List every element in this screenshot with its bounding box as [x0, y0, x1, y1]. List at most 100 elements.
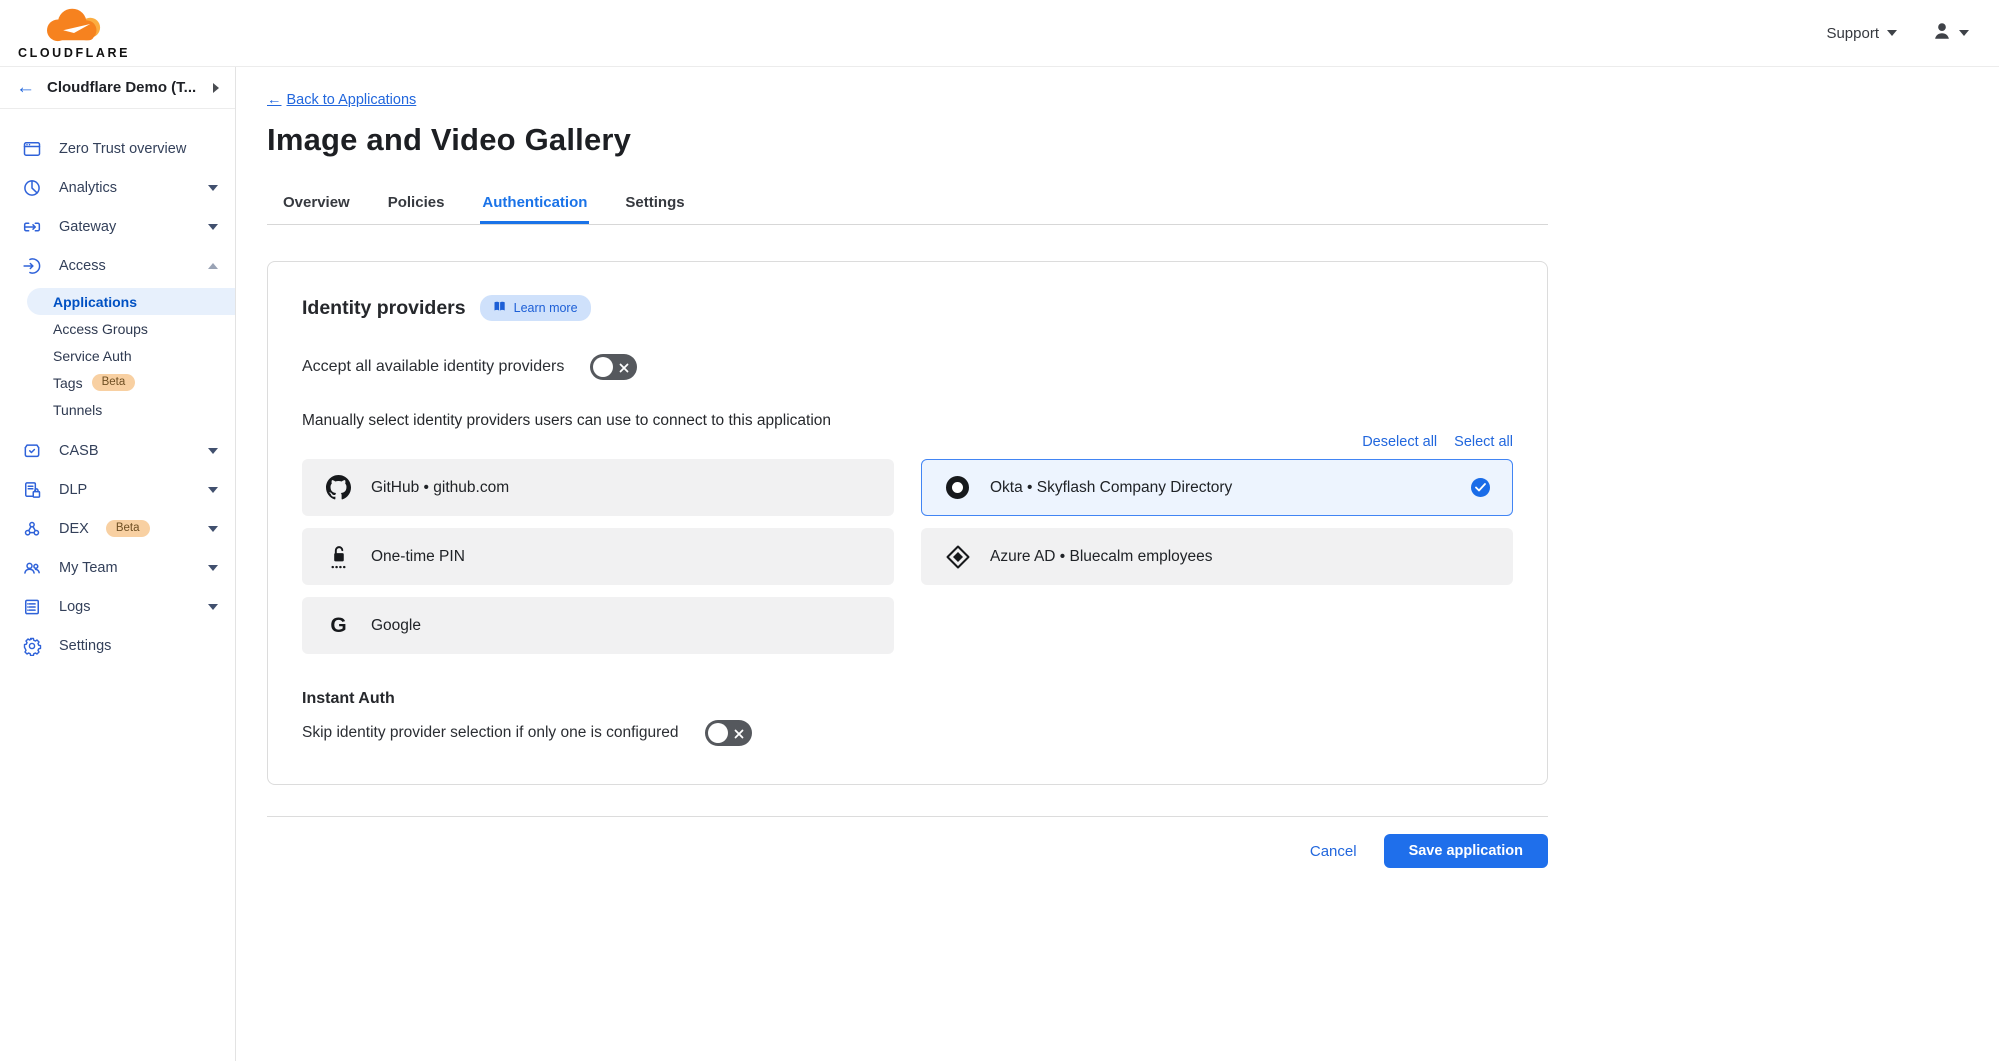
user-icon — [1931, 20, 1953, 47]
cloudflare-cloud-icon — [35, 6, 113, 46]
okta-icon — [944, 476, 971, 499]
sidebar-item-label: Analytics — [59, 180, 117, 196]
provider-azure-ad[interactable]: Azure AD • Bluecalm employees — [921, 528, 1513, 585]
identity-providers-card: Identity providers Learn more Accept all… — [267, 261, 1548, 785]
account-switcher: ← Cloudflare Demo (T... — [0, 67, 235, 109]
sidebar-item-analytics[interactable]: Analytics — [0, 168, 235, 207]
sidebar-item-gateway[interactable]: Gateway — [0, 207, 235, 246]
people-icon — [21, 557, 42, 578]
sidebar-item-logs[interactable]: Logs — [0, 587, 235, 626]
sub-item-label: Access Groups — [53, 321, 148, 337]
deselect-all-link[interactable]: Deselect all — [1362, 434, 1437, 450]
sub-item-label: Applications — [53, 294, 137, 310]
provider-okta[interactable]: Okta • Skyflash Company Directory — [921, 459, 1513, 516]
browser-window-icon — [21, 138, 42, 159]
gateway-icon — [21, 216, 42, 237]
selected-check-icon — [1471, 478, 1490, 497]
back-arrow-icon[interactable]: ← — [16, 78, 35, 97]
chevron-down-icon[interactable] — [208, 185, 218, 191]
sidebar-item-tunnels[interactable]: Tunnels — [0, 396, 235, 423]
support-menu[interactable]: Support — [1826, 25, 1897, 42]
cloudflare-wordmark: CLOUDFLARE — [18, 47, 130, 60]
beta-badge: Beta — [106, 520, 150, 538]
sidebar-item-tags[interactable]: Tags Beta — [0, 369, 235, 396]
sidebar-item-applications[interactable]: Applications — [27, 288, 235, 315]
sidebar-item-label: Zero Trust overview — [59, 141, 186, 157]
provider-grid: GitHub • github.com Okta • Skyflash Comp… — [302, 459, 1513, 654]
tab-bar: Overview Policies Authentication Setting… — [267, 184, 1548, 225]
back-link-label: Back to Applications — [287, 92, 417, 108]
sub-item-label: Tags — [53, 375, 83, 391]
box-check-icon — [21, 440, 42, 461]
github-icon — [325, 475, 352, 500]
book-icon — [493, 300, 507, 316]
chevron-down-icon[interactable] — [208, 448, 218, 454]
provider-github[interactable]: GitHub • github.com — [302, 459, 894, 516]
main-content: ← Back to Applications Image and Video G… — [236, 67, 1999, 1061]
sidebar-item-label: DEX — [59, 521, 89, 537]
cloudflare-logo[interactable]: CLOUDFLARE — [18, 6, 130, 60]
sub-item-label: Service Auth — [53, 348, 132, 364]
azure-ad-icon — [944, 545, 971, 569]
sidebar-item-label: Access — [59, 258, 106, 274]
back-to-applications-link[interactable]: ← Back to Applications — [267, 92, 416, 108]
provider-name: One-time PIN — [371, 548, 465, 566]
user-menu[interactable] — [1931, 20, 1969, 47]
provider-name: Azure AD • Bluecalm employees — [990, 548, 1213, 566]
one-time-pin-icon — [325, 544, 352, 570]
x-icon — [618, 361, 630, 379]
chevron-down-icon[interactable] — [208, 604, 218, 610]
footer-divider — [267, 816, 1548, 817]
support-label: Support — [1826, 25, 1879, 42]
access-login-icon — [21, 255, 42, 276]
chevron-down-icon[interactable] — [208, 224, 218, 230]
sidebar-item-my-team[interactable]: My Team — [0, 548, 235, 587]
toggle-knob — [593, 357, 613, 377]
manual-select-text: Manually select identity providers users… — [302, 412, 1513, 430]
tab-authentication[interactable]: Authentication — [480, 184, 589, 224]
sidebar-item-dlp[interactable]: DLP — [0, 470, 235, 509]
sidebar-nav: Zero Trust overview Analytics Gateway — [0, 109, 235, 665]
network-cluster-icon — [21, 518, 42, 539]
access-sub-list: Applications Access Groups Service Auth … — [0, 285, 235, 431]
learn-more-label: Learn more — [514, 301, 578, 315]
chevron-down-icon[interactable] — [208, 487, 218, 493]
page-title: Image and Video Gallery — [267, 122, 1548, 158]
learn-more-badge[interactable]: Learn more — [480, 295, 591, 321]
chevron-down-icon — [1887, 30, 1897, 36]
tab-overview[interactable]: Overview — [281, 184, 352, 224]
account-name: Cloudflare Demo (T... — [47, 79, 201, 96]
card-heading: Identity providers — [302, 297, 466, 320]
provider-google[interactable]: G Google — [302, 597, 894, 654]
accept-all-toggle[interactable] — [590, 354, 637, 380]
sidebar-item-access-groups[interactable]: Access Groups — [0, 315, 235, 342]
cancel-button[interactable]: Cancel — [1310, 843, 1357, 860]
provider-name: Google — [371, 617, 421, 635]
tab-policies[interactable]: Policies — [386, 184, 447, 224]
sidebar-item-dex[interactable]: DEX Beta — [0, 509, 235, 548]
sidebar-item-casb[interactable]: CASB — [0, 431, 235, 470]
sidebar-item-settings[interactable]: Settings — [0, 626, 235, 665]
sidebar-item-zero-trust-overview[interactable]: Zero Trust overview — [0, 129, 235, 168]
instant-auth-toggle[interactable] — [705, 720, 752, 746]
chevron-up-icon[interactable] — [208, 263, 218, 269]
provider-name: Okta • Skyflash Company Directory — [990, 479, 1232, 497]
chevron-down-icon[interactable] — [208, 526, 218, 532]
topbar: CLOUDFLARE Support — [0, 0, 1999, 67]
chevron-down-icon — [1959, 30, 1969, 36]
chevron-right-icon[interactable] — [213, 83, 219, 93]
provider-name: GitHub • github.com — [371, 479, 509, 497]
select-all-link[interactable]: Select all — [1454, 434, 1513, 450]
provider-one-time-pin[interactable]: One-time PIN — [302, 528, 894, 585]
sidebar-item-service-auth[interactable]: Service Auth — [0, 342, 235, 369]
chevron-down-icon[interactable] — [208, 565, 218, 571]
beta-badge: Beta — [92, 374, 136, 392]
save-application-button[interactable]: Save application — [1384, 834, 1548, 868]
sidebar: ← Cloudflare Demo (T... Zero Trust overv… — [0, 67, 236, 1061]
pie-chart-icon — [21, 177, 42, 198]
sidebar-item-label: Logs — [59, 599, 90, 615]
sidebar-item-access[interactable]: Access — [0, 246, 235, 285]
x-icon — [733, 727, 745, 745]
accept-all-label: Accept all available identity providers — [302, 358, 564, 376]
tab-settings[interactable]: Settings — [623, 184, 686, 224]
